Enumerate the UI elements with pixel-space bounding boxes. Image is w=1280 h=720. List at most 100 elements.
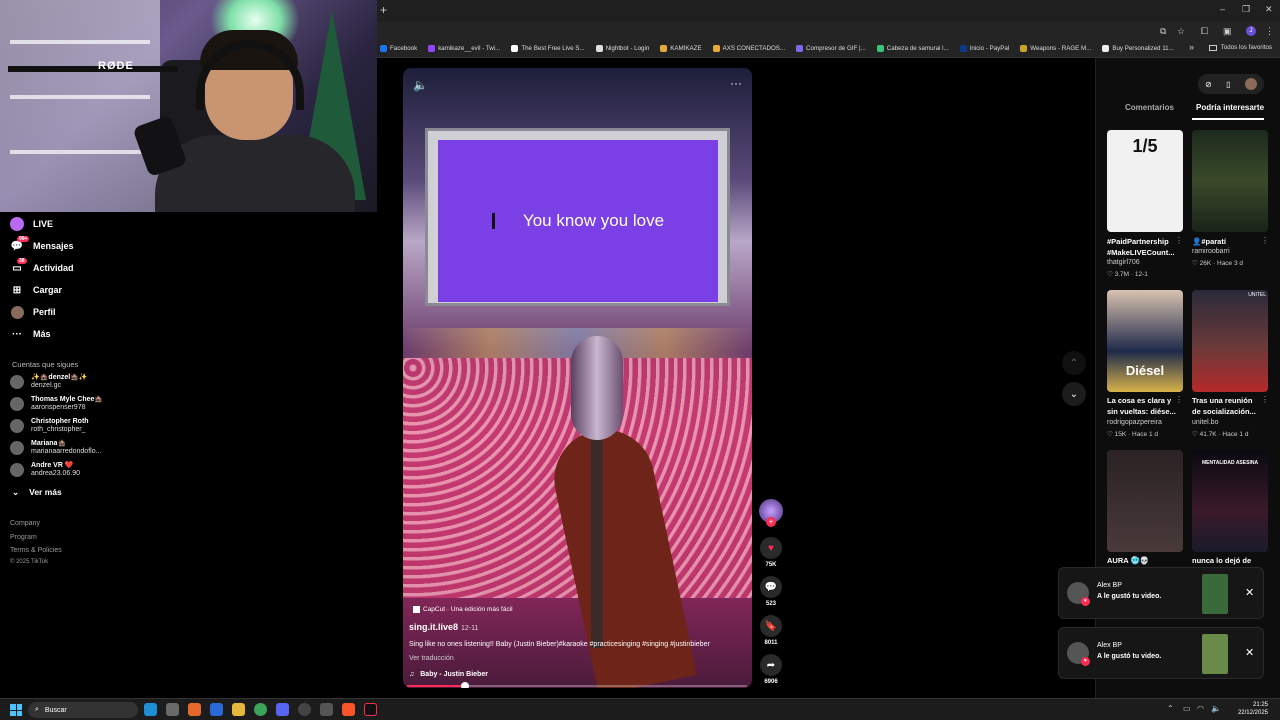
tiktok-icon[interactable] bbox=[364, 703, 377, 716]
bookmark[interactable]: Cabeza de samurai l... bbox=[876, 45, 949, 52]
install-icon[interactable]: ⧉ bbox=[1160, 26, 1166, 37]
tile-user[interactable]: thatgirl706 bbox=[1107, 259, 1187, 266]
share-button[interactable]: ➦ 6906 bbox=[759, 654, 783, 685]
like-button[interactable]: ♥ 75K bbox=[759, 537, 783, 568]
nav-profile[interactable]: Perfil bbox=[10, 303, 56, 321]
edge-icon[interactable] bbox=[144, 703, 157, 716]
tile-more-icon[interactable]: ⋮ bbox=[1175, 236, 1183, 245]
file-explorer-icon[interactable] bbox=[232, 703, 245, 716]
next-video-button[interactable]: ⌄ bbox=[1062, 382, 1086, 406]
footer-company[interactable]: Company bbox=[10, 520, 40, 527]
bookmark[interactable]: KAMIKAZE bbox=[660, 45, 702, 52]
follow-plus-icon[interactable]: + bbox=[766, 517, 776, 527]
taskbar-search[interactable]: ⌕ Buscar bbox=[28, 702, 138, 718]
following-item[interactable]: Christopher Roth roth_christopher_ bbox=[10, 416, 89, 436]
tile-caption[interactable]: AURA 🥶💀 bbox=[1107, 555, 1187, 566]
footer-program[interactable]: Program bbox=[10, 534, 37, 541]
tile-more-icon[interactable]: ⋮ bbox=[1261, 236, 1269, 245]
bookmark[interactable]: Nightbot - Login bbox=[595, 45, 649, 52]
phone-icon[interactable]: ▯ bbox=[1226, 80, 1230, 89]
restore-icon[interactable]: ❐ bbox=[1242, 4, 1250, 15]
video-thumbnail[interactable] bbox=[1192, 130, 1268, 232]
all-bookmarks[interactable]: Todos los favoritos bbox=[1208, 44, 1272, 51]
bookmark[interactable]: The Best Free Live S... bbox=[511, 45, 585, 52]
previous-video-button[interactable]: ⌃ bbox=[1062, 351, 1086, 375]
tab-comments[interactable]: Comentarios bbox=[1125, 103, 1174, 112]
tile-user[interactable]: unitel.bo bbox=[1192, 419, 1272, 426]
following-item[interactable]: Thomas Myle Chee🏚️ aaronspenser978 bbox=[10, 394, 103, 414]
close-icon[interactable]: ✕ bbox=[1245, 586, 1254, 599]
nav-live[interactable]: LIVE bbox=[10, 215, 53, 233]
save-button[interactable]: 🔖 8011 bbox=[759, 615, 783, 646]
see-translation-link[interactable]: Ver traducción bbox=[409, 655, 454, 662]
tab-might-interest[interactable]: Podría interesarte bbox=[1196, 103, 1264, 112]
tile-caption[interactable]: 👤#paratí bbox=[1192, 236, 1272, 247]
volume-icon[interactable]: 🔈 bbox=[413, 78, 428, 92]
tile-user[interactable]: ramiroobarri bbox=[1192, 248, 1272, 255]
footer-terms[interactable]: Terms & Policies bbox=[10, 547, 62, 554]
tile-more-icon[interactable]: ⋮ bbox=[1261, 395, 1269, 404]
notification-toast[interactable]: ♥ Alex BP A le gustó tu video. ✕ bbox=[1058, 627, 1264, 679]
discord-icon[interactable] bbox=[276, 703, 289, 716]
video-thumbnail[interactable]: Diésel bbox=[1107, 290, 1183, 392]
following-item[interactable]: Mariana🏚️ marianaarredondoflo... bbox=[10, 438, 101, 458]
wifi-icon[interactable]: ◠ bbox=[1197, 704, 1204, 713]
bookmark[interactable]: Weapons - RAGE M... bbox=[1020, 45, 1091, 52]
following-item[interactable]: ✨🏚️denzel🏚️✨ denzel.gc bbox=[10, 372, 88, 392]
windows-start-icon[interactable] bbox=[10, 704, 22, 716]
bookmark[interactable]: AXS CONECTADOS... bbox=[712, 45, 785, 52]
extensions-icon[interactable]: ⧠ bbox=[1201, 26, 1208, 37]
star-icon[interactable]: ☆ bbox=[1177, 26, 1185, 37]
video-author[interactable]: sing.it.live8 12-11 bbox=[409, 622, 478, 632]
see-more-button[interactable]: ⌄ Ver más bbox=[12, 487, 62, 498]
tile-user[interactable]: rodrigopazpereira bbox=[1107, 419, 1187, 426]
more-bookmarks-icon[interactable]: » bbox=[1189, 42, 1194, 52]
tile-caption[interactable]: Tras una reunión de socialización... bbox=[1192, 395, 1272, 417]
music-link[interactable]: ♫ Baby - Justin Bieber bbox=[409, 671, 488, 678]
nav-messages[interactable]: 💬 99+ Mensajes bbox=[10, 236, 74, 255]
app-icon[interactable] bbox=[166, 703, 179, 716]
bookmark[interactable]: Compresor de GIF |... bbox=[796, 45, 866, 52]
speaker-icon[interactable]: 🔈 bbox=[1211, 704, 1221, 713]
app-icon[interactable] bbox=[320, 703, 333, 716]
video-thumbnail[interactable]: MENTALIDAD ASESINA bbox=[1192, 450, 1268, 552]
notification-toast[interactable]: ♥ Alex BP A le gustó tu video. ✕ bbox=[1058, 567, 1264, 619]
nav-more[interactable]: ··· Más bbox=[10, 325, 51, 343]
capcut-tag[interactable]: CapCut · Una edición más fácil bbox=[413, 606, 513, 613]
video-thumbnail[interactable] bbox=[1202, 574, 1228, 614]
video-progress-bar[interactable] bbox=[407, 682, 747, 688]
menu-icon[interactable]: ⋮ bbox=[1265, 26, 1274, 37]
nav-upload[interactable]: ⊞ Cargar bbox=[10, 281, 62, 299]
bookmark[interactable]: Facebook bbox=[380, 45, 417, 52]
video-player[interactable]: You know you love 🔈 ··· CapCut · Una edi… bbox=[403, 68, 752, 688]
compass-icon[interactable]: ⊘ bbox=[1205, 80, 1212, 89]
nav-activity[interactable]: ▭ 38 Actividad bbox=[10, 258, 74, 277]
close-icon[interactable]: ✕ bbox=[1245, 646, 1254, 659]
sidebar-icon[interactable]: ▣ bbox=[1223, 26, 1232, 37]
app-icon[interactable] bbox=[298, 703, 311, 716]
network-icon[interactable]: ▭ bbox=[1183, 704, 1191, 713]
brave-icon[interactable] bbox=[342, 703, 355, 716]
progress-handle[interactable] bbox=[460, 682, 469, 688]
close-window-icon[interactable]: ✕ bbox=[1265, 4, 1273, 15]
tile-caption[interactable]: nunca lo dejó de bbox=[1192, 555, 1272, 566]
bookmark[interactable]: kamikaze__evil - Twi... bbox=[428, 45, 500, 52]
video-thumbnail[interactable]: UNITEL bbox=[1192, 290, 1268, 392]
browser-profile-avatar[interactable]: J bbox=[1246, 26, 1256, 36]
app-icon[interactable] bbox=[210, 703, 223, 716]
tray-chevron-icon[interactable]: ⌃ bbox=[1167, 704, 1174, 713]
minimize-icon[interactable]: – bbox=[1220, 4, 1225, 14]
bookmark[interactable]: Inicio - PayPal bbox=[959, 45, 1009, 52]
new-tab-button[interactable]: + bbox=[380, 3, 387, 17]
video-thumbnail[interactable]: 1/5 bbox=[1107, 130, 1183, 232]
video-thumbnail[interactable] bbox=[1202, 634, 1228, 674]
more-options-icon[interactable]: ··· bbox=[730, 76, 742, 90]
user-avatar[interactable] bbox=[1244, 78, 1257, 90]
following-item[interactable]: Andre VR ❤️ andrea23.06.90 bbox=[10, 460, 80, 480]
video-thumbnail[interactable] bbox=[1107, 450, 1183, 552]
bookmark[interactable]: Buy Personalized 11... bbox=[1102, 45, 1174, 52]
app-icon[interactable] bbox=[188, 703, 201, 716]
comment-button[interactable]: 💬 523 bbox=[759, 576, 783, 607]
system-clock[interactable]: 21:25 22/12/2025 bbox=[1228, 701, 1268, 717]
chrome-icon[interactable] bbox=[254, 703, 267, 716]
